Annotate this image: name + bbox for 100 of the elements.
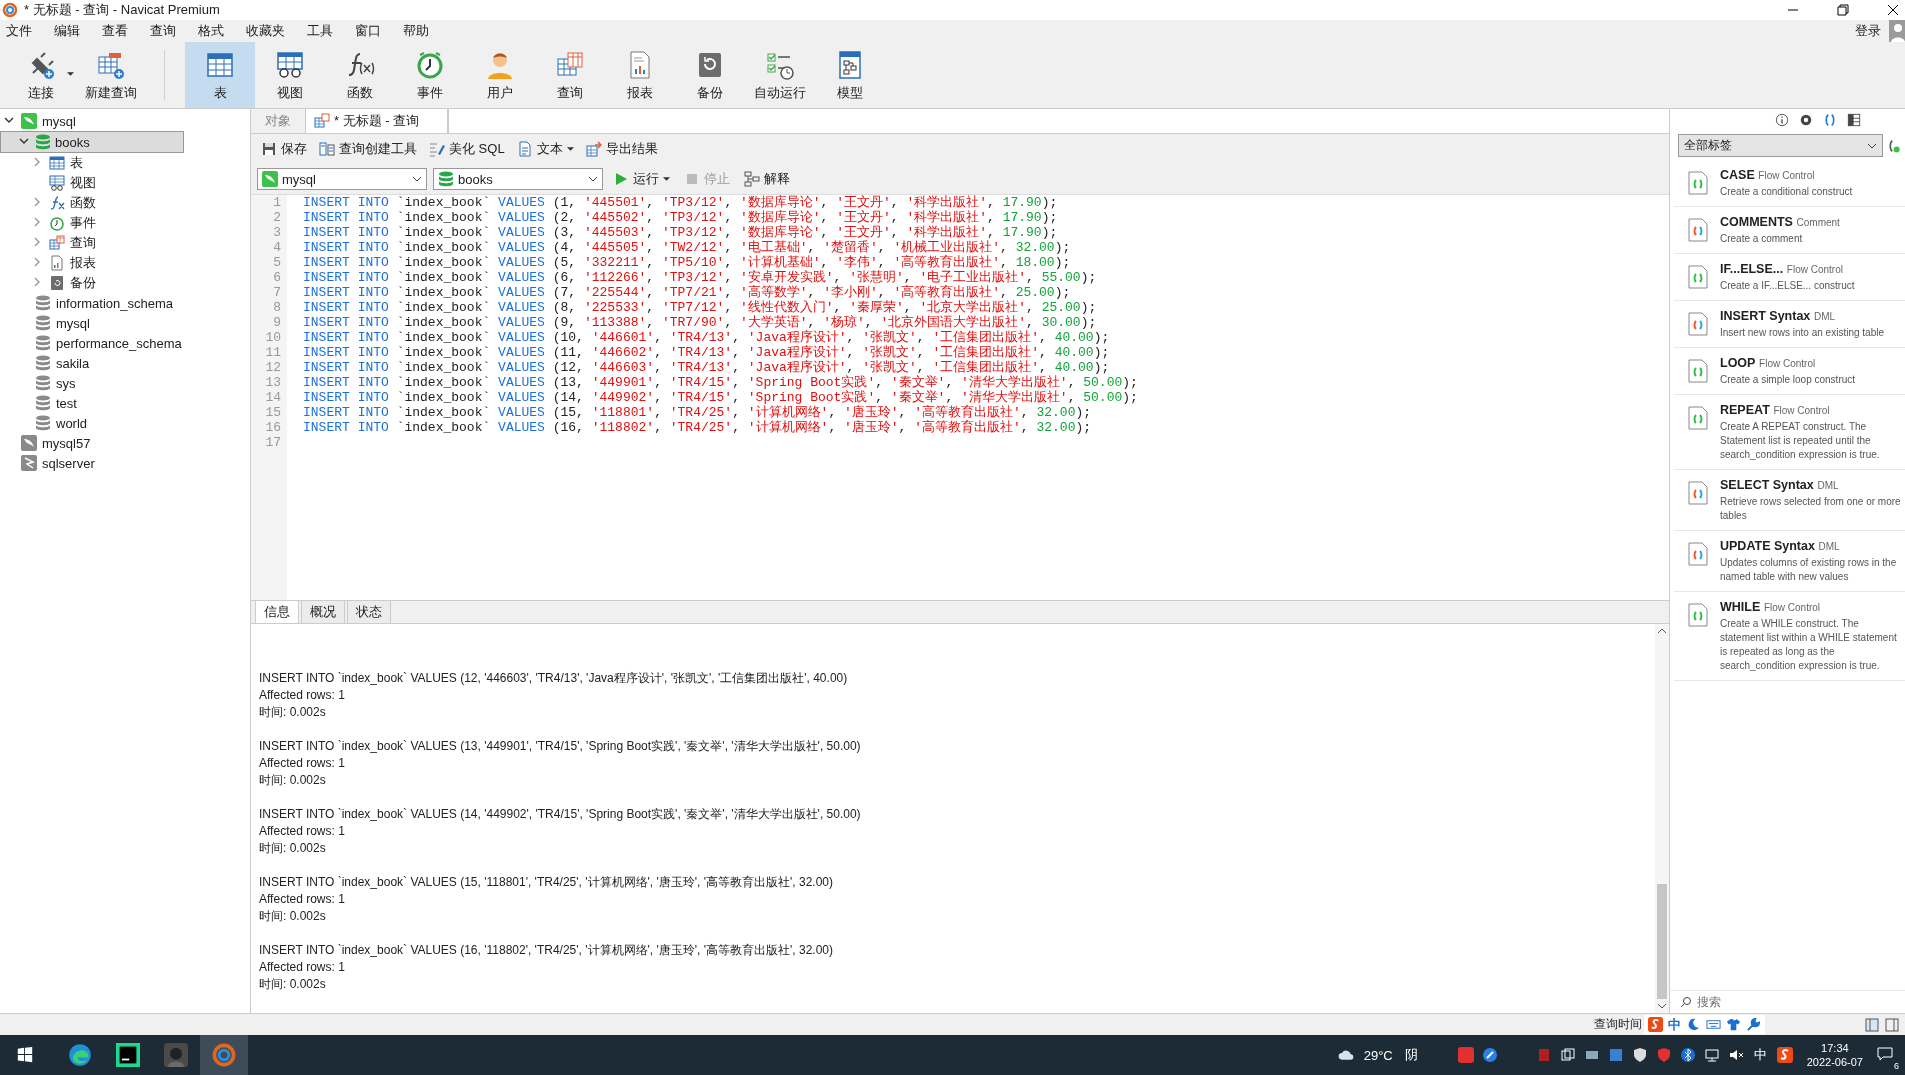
ime-toolbar[interactable]: 中 (1644, 1015, 1765, 1034)
toolbar-button[interactable]: 模型 (815, 42, 885, 108)
toolbar-button[interactable]: 事件 (395, 42, 465, 108)
tag-filter-select[interactable]: 全部标签 (1678, 134, 1883, 157)
weather-temperature[interactable]: 29°C (1363, 1047, 1393, 1063)
tree-item[interactable]: 查询 (0, 233, 250, 253)
input-method-indicator[interactable]: 中 (1753, 1046, 1767, 1064)
toolbar-button[interactable]: 美化 SQL (425, 138, 509, 160)
tree-item[interactable]: 报表 (0, 253, 250, 273)
snippet-item[interactable]: UPDATE Syntax DML Updates columns of existing rows in the named table with new values (1674, 531, 1905, 592)
message-text: Affected rows: 1 (259, 755, 346, 772)
tree-item[interactable]: 事件 (0, 213, 250, 233)
toolbar-button[interactable]: 保存 (257, 138, 311, 160)
connection-select[interactable]: mysql (257, 168, 427, 190)
builder-icon (319, 141, 335, 157)
muted-speaker-icon[interactable] (1727, 1047, 1744, 1063)
tray-app-icon[interactable] (1481, 1047, 1498, 1063)
tree-item[interactable]: books (0, 131, 184, 153)
toolbar-button[interactable]: 连接 (6, 42, 76, 108)
info-icon[interactable] (1774, 113, 1789, 127)
toolbar-button[interactable]: 查询 (535, 42, 605, 108)
menu-item[interactable]: 收藏夹 (246, 22, 285, 40)
tree-item[interactable]: 表 (0, 153, 250, 173)
explain-button[interactable]: 解释 (740, 168, 794, 190)
tree-item[interactable]: test (0, 393, 250, 413)
ime-mode[interactable]: 中 (1668, 1015, 1681, 1034)
toolbar-button[interactable]: 视图 (255, 42, 325, 108)
toolbar-button[interactable]: 用户 (465, 42, 535, 108)
tab[interactable]: 信息 (255, 600, 299, 623)
bluetooth-icon[interactable] (1679, 1047, 1696, 1063)
restore-icon[interactable] (1837, 4, 1849, 16)
toolbar-button[interactable]: 导出结果 (581, 138, 662, 160)
tree-item[interactable]: mysql (0, 111, 250, 131)
chevron-down-icon[interactable] (19, 136, 29, 146)
chevron-down-icon[interactable] (4, 115, 14, 125)
snippet-item[interactable]: IF...ELSE... Flow Control Create a IF...ELSE... construct (1674, 254, 1905, 301)
close-icon[interactable] (1887, 4, 1899, 16)
toolbar-button[interactable]: 备份 (675, 42, 745, 108)
tree-item[interactable]: mysql (0, 313, 250, 333)
layout-icon[interactable] (1885, 1017, 1899, 1032)
snippet-item[interactable]: CASE Flow Control Create a conditional construct (1674, 160, 1905, 207)
snippet-item[interactable]: INSERT Syntax DML Insert new rows into an existing table (1674, 301, 1905, 348)
snippet-item[interactable]: WHILE Flow Control Create a WHILE construct. The statement list within a WHILE statement is repeated as long as the search_condition expression is true. (1674, 592, 1905, 681)
search-field[interactable]: 搜索 (1695, 994, 1879, 1010)
toolbar-button[interactable]: 表 (185, 42, 255, 108)
menu-item[interactable]: 查看 (102, 22, 128, 40)
start-icon[interactable] (16, 1046, 34, 1064)
toolbar-button[interactable]: 查询创建工具 (315, 138, 421, 160)
scroll-up-icon[interactable] (1657, 628, 1667, 634)
tree-item[interactable]: sakila (0, 353, 250, 373)
menu-item[interactable]: 文件 (6, 22, 32, 40)
sql-editor[interactable] (251, 194, 1669, 600)
toolbar-button[interactable]: 报表 (605, 42, 675, 108)
tab[interactable]: 概况 (301, 600, 345, 623)
code-line: INSERT INTO `index_book` VALUES (14, '449902', 'TR4/15', 'Spring Boot实践', '秦文举', '清华大学出版社', 50.00); (303, 390, 1138, 405)
toolbar-button[interactable]: 自动运行 (745, 42, 815, 108)
tree-item[interactable]: sys (0, 373, 250, 393)
tab[interactable]: * 无标题 - 查询 (306, 109, 449, 133)
tree-item[interactable]: performance_schema (0, 333, 250, 353)
menu-item[interactable]: 工具 (307, 22, 333, 40)
tree-item[interactable]: sqlserver (0, 453, 250, 473)
menu-item[interactable]: 查询 (150, 22, 176, 40)
login-link[interactable]: 登录 (1855, 22, 1881, 40)
columns-icon[interactable] (1846, 113, 1861, 127)
menu-item[interactable]: 帮助 (403, 22, 429, 40)
eye-icon[interactable] (1798, 113, 1813, 127)
toolbar-button[interactable]: 新建查询 (76, 42, 146, 108)
scroll-down-icon[interactable] (1657, 1003, 1667, 1009)
layout-icon[interactable] (1865, 1017, 1879, 1032)
network-icon[interactable] (1703, 1047, 1720, 1063)
tree-item[interactable]: information_schema (0, 293, 250, 313)
ime-logo-icon[interactable] (1776, 1047, 1793, 1063)
scrollbar[interactable] (1655, 624, 1669, 1013)
tab[interactable]: 状态 (347, 600, 391, 623)
chevron-right-icon[interactable] (32, 157, 42, 167)
windows-icon[interactable] (1559, 1047, 1576, 1063)
add-snippet-icon[interactable] (1887, 137, 1901, 154)
snippet-item[interactable]: SELECT Syntax DML Retrieve rows selected from one or more tables (1674, 470, 1905, 531)
tree-item[interactable]: 函数 (0, 193, 250, 213)
snippet-item[interactable]: LOOP Flow Control Create a simple loop construct (1674, 348, 1905, 395)
tree-item[interactable]: mysql57 (0, 433, 250, 453)
tree-item[interactable]: 备份 (0, 273, 250, 293)
menu-item[interactable]: 窗口 (355, 22, 381, 40)
scroll-thumb[interactable] (1657, 884, 1667, 999)
weather-condition[interactable]: 阴 (1404, 1046, 1418, 1064)
moon-icon (1686, 1017, 1701, 1032)
database-select[interactable]: books (433, 168, 603, 190)
menu-item[interactable]: 编辑 (54, 22, 80, 40)
run-button[interactable]: 运行 (609, 168, 674, 190)
menu-item[interactable]: 格式 (198, 22, 224, 40)
toolbar-button[interactable]: 文本 (512, 138, 578, 160)
snippet-item[interactable]: REPEAT Flow Control Create A REPEAT construct. The Statement list is repeated until the search_condition expression is true. (1674, 395, 1905, 470)
shield-icon[interactable] (1631, 1047, 1648, 1063)
code-line: INSERT INTO `index_book` VALUES (1, '445501', 'TP3/12', '数据库导论', '王文丹', '科学出版社', 17.90); (303, 195, 1058, 210)
message-text: Affected rows: 1 (259, 687, 346, 704)
snippet-item[interactable]: COMMENTS Comment Create a comment (1674, 207, 1905, 254)
clock[interactable]: 17:34 2022-06-07 (1806, 1041, 1863, 1069)
toolbar-button[interactable]: 函数 (325, 42, 395, 108)
tree-item[interactable]: 视图 (0, 173, 250, 193)
tree-item[interactable]: world (0, 413, 250, 433)
